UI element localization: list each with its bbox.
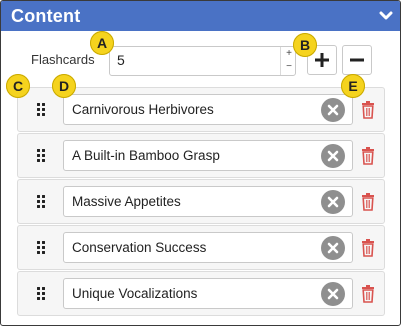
trash-icon[interactable] — [361, 101, 375, 119]
drag-handle-icon[interactable] — [37, 149, 47, 163]
clear-text-button[interactable] — [321, 190, 345, 214]
clear-text-button[interactable] — [321, 98, 345, 122]
flashcard-text: Unique Vocalizations — [72, 286, 198, 301]
close-icon — [327, 196, 339, 208]
panel-title: Content — [11, 6, 81, 26]
content-panel: Content Flashcards 5 + − Carnivorous Her… — [0, 0, 401, 326]
flashcard-row: Massive Appetites — [17, 179, 385, 224]
trash-icon[interactable] — [361, 147, 375, 165]
clear-text-button[interactable] — [321, 282, 345, 306]
flashcard-row: Unique Vocalizations — [17, 271, 385, 316]
callout-badge-b: B — [293, 33, 317, 57]
clear-text-button[interactable] — [321, 236, 345, 260]
flashcard-list: Carnivorous Herbivores A Built-in Bamboo… — [17, 87, 385, 317]
flashcard-text-field[interactable]: Conservation Success — [63, 232, 353, 263]
callout-badge-c: C — [6, 74, 30, 98]
flashcard-text-field[interactable]: Unique Vocalizations — [63, 278, 353, 309]
flashcard-text: Massive Appetites — [72, 194, 181, 209]
flashcard-text: A Built-in Bamboo Grasp — [72, 148, 220, 163]
stepper-arrows: + − — [280, 47, 295, 75]
chevron-down-icon[interactable] — [378, 9, 394, 23]
trash-icon[interactable] — [361, 193, 375, 211]
remove-flashcard-button[interactable] — [342, 45, 372, 75]
plus-icon — [315, 53, 329, 67]
flashcards-count-value[interactable]: 5 — [117, 52, 125, 68]
panel-header[interactable]: Content — [1, 1, 400, 31]
callout-badge-a: A — [90, 31, 114, 55]
callout-badge-e: E — [341, 74, 365, 98]
close-icon — [327, 242, 339, 254]
flashcards-label: Flashcards — [31, 52, 95, 67]
callout-badge-d: D — [52, 74, 76, 98]
flashcard-text-field[interactable]: Carnivorous Herbivores — [63, 94, 353, 125]
stepper-up-button[interactable]: + — [286, 49, 292, 59]
trash-icon[interactable] — [361, 239, 375, 257]
clear-text-button[interactable] — [321, 144, 345, 168]
close-icon — [327, 104, 339, 116]
flashcard-text: Carnivorous Herbivores — [72, 102, 214, 117]
trash-icon[interactable] — [361, 285, 375, 303]
flashcard-row: Conservation Success — [17, 225, 385, 270]
drag-handle-icon[interactable] — [37, 103, 47, 117]
flashcard-text-field[interactable]: Massive Appetites — [63, 186, 353, 217]
flashcard-text-field[interactable]: A Built-in Bamboo Grasp — [63, 140, 353, 171]
drag-handle-icon[interactable] — [37, 195, 47, 209]
minus-icon — [350, 58, 364, 62]
drag-handle-icon[interactable] — [37, 287, 47, 301]
close-icon — [327, 288, 339, 300]
drag-handle-icon[interactable] — [37, 241, 47, 255]
flashcards-count-stepper[interactable]: 5 + − — [109, 46, 296, 76]
flashcard-row: A Built-in Bamboo Grasp — [17, 133, 385, 178]
flashcard-text: Conservation Success — [72, 240, 207, 255]
stepper-down-button[interactable]: − — [286, 62, 292, 72]
close-icon — [327, 150, 339, 162]
